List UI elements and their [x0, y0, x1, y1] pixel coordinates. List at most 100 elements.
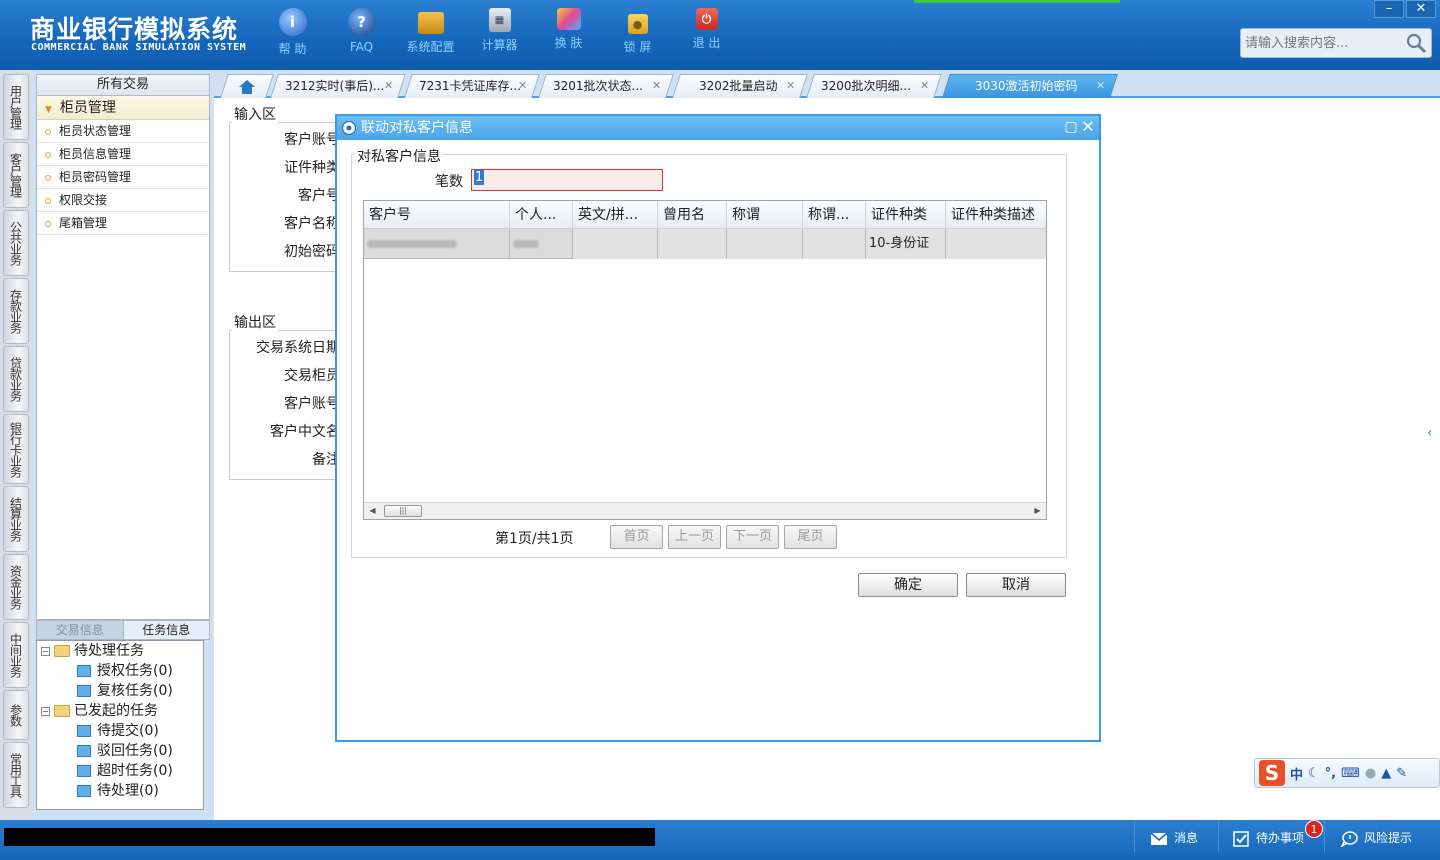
- search-input[interactable]: [1241, 29, 1401, 57]
- scroll-left-icon[interactable]: ◀: [364, 503, 381, 519]
- tree-node-to-process[interactable]: 待处理(0): [77, 781, 159, 801]
- help-button[interactable]: i 帮 助: [258, 8, 327, 57]
- moon-icon[interactable]: ☾: [1308, 766, 1320, 781]
- close-window-button[interactable]: ✕: [1406, 0, 1436, 18]
- column-header[interactable]: 称谓...: [803, 201, 866, 229]
- prev-page-button[interactable]: 上一页: [668, 525, 721, 549]
- close-tab-icon[interactable]: ✕: [384, 75, 393, 97]
- scroll-right-icon[interactable]: ▶: [1029, 503, 1046, 519]
- close-tab-icon[interactable]: ✕: [518, 75, 527, 97]
- field-label: 交易系统日期: [256, 340, 340, 356]
- tab-3030[interactable]: 3030激活初始密码 ✕: [942, 74, 1118, 98]
- wrench-icon[interactable]: ✎: [1396, 766, 1407, 781]
- search-box: [1240, 28, 1432, 58]
- lock-screen-button[interactable]: ● 锁 屏: [603, 8, 672, 57]
- ime-language-toggle[interactable]: 中: [1290, 764, 1303, 783]
- maximize-icon[interactable]: ▢: [1063, 119, 1079, 135]
- tree-node-initiated[interactable]: − 已发起的任务: [41, 701, 158, 721]
- tree-node-authorize[interactable]: 授权任务(0): [77, 661, 173, 681]
- column-header[interactable]: 证件种类描述: [946, 201, 1046, 229]
- category-deposit[interactable]: 存款业务: [3, 278, 29, 344]
- count-input[interactable]: 1: [471, 169, 663, 191]
- group-teller-management[interactable]: ▼ 柜员管理: [37, 96, 209, 120]
- skin-icon[interactable]: ▲: [1381, 766, 1391, 781]
- user-icon[interactable]: ●: [1365, 766, 1376, 781]
- punctuation-icon[interactable]: °,: [1325, 766, 1336, 781]
- category-bank-card[interactable]: 银行卡业务: [3, 414, 29, 484]
- category-loan[interactable]: 贷款业务: [3, 346, 29, 412]
- column-header[interactable]: 个人...: [510, 201, 573, 229]
- tab-transaction-info[interactable]: 交易信息: [37, 621, 123, 639]
- confirm-button[interactable]: 确定: [858, 573, 958, 597]
- close-tab-icon[interactable]: ✕: [920, 75, 929, 97]
- tab-3201[interactable]: 3201批次状态... ✕: [538, 74, 674, 98]
- category-parameters[interactable]: 参数: [3, 690, 29, 740]
- list-item[interactable]: 柜员状态管理: [37, 120, 209, 143]
- tab-7231[interactable]: 7231卡凭证库存... ✕: [404, 74, 540, 98]
- category-user-management[interactable]: 用户管理: [3, 74, 29, 140]
- search-icon[interactable]: [1405, 32, 1427, 54]
- collapse-icon[interactable]: −: [41, 706, 50, 716]
- tab-task-info[interactable]: 任务信息: [122, 621, 209, 639]
- calculator-button[interactable]: ▦ 计算器: [465, 8, 534, 57]
- table-row[interactable]: 10-身份证: [364, 229, 1046, 259]
- todo-button[interactable]: 待办事项: [1232, 828, 1304, 848]
- tree-node-pending[interactable]: − 待处理任务: [41, 641, 144, 661]
- category-sidebar: 用户管理 客户管理 公共业务 存款业务 贷款业务 银行卡业务 结算业务 资金业务…: [0, 70, 32, 820]
- collapse-icon[interactable]: −: [41, 646, 50, 656]
- column-header[interactable]: 称谓: [727, 201, 803, 229]
- tab-3212[interactable]: 3212实时(事后)... ✕: [270, 74, 406, 98]
- category-customer-management[interactable]: 客户管理: [3, 142, 29, 208]
- column-header[interactable]: 英文/拼...: [573, 201, 658, 229]
- collapse-panel-icon[interactable]: ‹: [1427, 425, 1439, 465]
- close-dialog-icon[interactable]: ✕: [1080, 119, 1096, 135]
- redacted-value: [513, 239, 539, 248]
- category-common-tools[interactable]: 常用工具: [3, 742, 29, 808]
- close-tab-icon[interactable]: ✕: [1096, 75, 1105, 97]
- risk-alert-button[interactable]: 风险提示: [1340, 828, 1412, 848]
- list-item[interactable]: 柜员密码管理: [37, 166, 209, 189]
- tree-node-review[interactable]: 复核任务(0): [77, 681, 173, 701]
- system-config-button[interactable]: 系统配置: [396, 8, 465, 57]
- top-toolbar: i 帮 助 ? FAQ 系统配置 ▦ 计算器 换 肤 ● 锁 屏 ⏻ 退 出: [258, 8, 741, 57]
- cancel-button[interactable]: 取消: [966, 573, 1066, 597]
- home-icon[interactable]: [238, 79, 256, 95]
- first-page-button[interactable]: 首页: [610, 525, 663, 549]
- column-header[interactable]: 证件种类: [866, 201, 946, 229]
- horizontal-scrollbar[interactable]: ◀ ||| ▶: [364, 502, 1046, 519]
- info-icon: i: [278, 8, 307, 36]
- sogou-logo-icon[interactable]: S: [1259, 760, 1285, 786]
- category-intermediate[interactable]: 中间业务: [3, 622, 29, 688]
- field-label: 证件种类: [284, 160, 340, 176]
- tab-3200[interactable]: 3200批次明细... ✕: [806, 74, 942, 98]
- faq-button[interactable]: ? FAQ: [327, 8, 396, 57]
- customer-grid: 客户号 个人... 英文/拼... 曾用名 称谓 称谓... 证件种类 证件种类…: [363, 200, 1047, 520]
- list-item[interactable]: 尾箱管理: [37, 212, 209, 235]
- exit-button[interactable]: ⏻ 退 出: [672, 8, 741, 57]
- next-page-button[interactable]: 下一页: [726, 525, 779, 549]
- loading-strip: [914, 0, 1120, 3]
- tree-node-to-submit[interactable]: 待提交(0): [77, 721, 159, 741]
- last-page-button[interactable]: 尾页: [784, 525, 837, 549]
- keyboard-icon[interactable]: ⌨: [1341, 766, 1360, 781]
- column-header[interactable]: 客户号: [364, 201, 510, 229]
- all-transactions-header: 所有交易: [36, 74, 210, 96]
- close-tab-icon[interactable]: ✕: [652, 75, 661, 97]
- status-separator: [1324, 820, 1325, 852]
- messages-button[interactable]: 消息: [1150, 828, 1198, 848]
- tree-node-timeout[interactable]: 超时任务(0): [77, 761, 173, 781]
- tab-3202[interactable]: 3202批量启动 ✕: [672, 74, 808, 98]
- column-header[interactable]: 曾用名: [658, 201, 727, 229]
- list-item[interactable]: 权限交接: [37, 189, 209, 212]
- task-icon: [77, 725, 91, 737]
- list-item[interactable]: 柜员信息管理: [37, 143, 209, 166]
- scroll-thumb[interactable]: |||: [384, 505, 422, 517]
- skin-button[interactable]: 换 肤: [534, 8, 603, 57]
- minimize-button[interactable]: –: [1374, 0, 1404, 18]
- customer-info-dialog: 联动对私客户信息 ▢ ✕ 对私客户信息 笔数 1 客户号 个人... 英文/拼.…: [335, 114, 1101, 742]
- category-funds[interactable]: 资金业务: [3, 554, 29, 620]
- tree-node-rejected[interactable]: 驳回任务(0): [77, 741, 173, 761]
- close-tab-icon[interactable]: ✕: [786, 75, 795, 97]
- category-public-business[interactable]: 公共业务: [3, 210, 29, 276]
- category-settlement[interactable]: 结算业务: [3, 486, 29, 552]
